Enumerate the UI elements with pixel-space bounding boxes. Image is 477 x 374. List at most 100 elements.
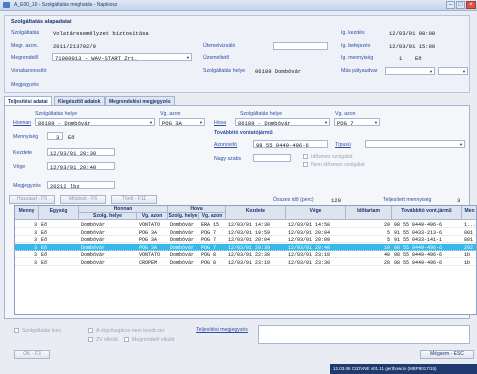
table-cell: 12/03/01 23:10 (228, 259, 271, 266)
table-cell: POG 3A (139, 244, 158, 251)
close-button[interactable]: × (466, 1, 476, 9)
column-header[interactable]: Vg. azon (199, 213, 226, 220)
table-cell: 98 55 0449-496-6 (394, 244, 443, 251)
service-value: Volatáresemélyzet biztosítása (53, 30, 149, 37)
table-row[interactable]: 3 Eő Dombóvár POG 3A Dombóvár POG 7 12/03/01 2… (15, 236, 476, 243)
chevron-down-icon: ▼ (429, 69, 433, 74)
table-cell: Dombóvár (81, 229, 106, 236)
customer-value: 71000013 - WAV-START Zrt. (55, 55, 138, 62)
table-cell: POG 7 (201, 229, 217, 236)
table-cell: POG 8 (201, 259, 217, 266)
other-station-select[interactable]: ▼ (385, 67, 435, 75)
table-cell: POG 7 (201, 237, 217, 243)
chevron-down-icon: ▼ (324, 120, 328, 125)
comment-field[interactable]: 20212 lbz (47, 181, 115, 190)
column-header[interactable]: Men (462, 206, 476, 220)
order-no-value: 2011/213702/0 (53, 43, 96, 50)
to-place-select[interactable]: 06189 - Dombóvár ▼ (235, 118, 330, 127)
other-service-checkbox[interactable] (303, 162, 308, 167)
start-label: Ig. kezdés (341, 30, 365, 36)
checkbox-c-label: Megrendelő elküld (132, 337, 175, 343)
add-button[interactable]: Hozzáad - F5 (9, 195, 55, 204)
finished-checkbox[interactable] (14, 328, 19, 333)
table-row[interactable]: 3 Eő Dombóvár VONTATO Dombóvár ERÁ 15 12/03/01… (15, 221, 476, 228)
customer-select[interactable]: 71000013 - WAV-START Zrt. ▼ (52, 53, 192, 62)
table-row[interactable]: 3 Eő Dombóvár POG 3A Dombóvár POG 7 12/03/01 1… (15, 229, 476, 236)
qty-field[interactable]: 3 (47, 132, 63, 141)
other-station-select-2[interactable]: ▼ (438, 67, 468, 75)
delete-button[interactable]: Töröl - F11 (111, 195, 157, 204)
dispatch-label: Vonalazonosító (11, 68, 47, 74)
table-cell: Dombóvár (170, 252, 195, 258)
modify-button[interactable]: Módosít - F6 (60, 195, 106, 204)
from-place-value: 06189 - Dombóvár (38, 120, 91, 127)
table-cell: VONTATO (139, 222, 161, 228)
own-service-checkbox[interactable] (303, 154, 308, 159)
column-header[interactable]: Továbbító vont.jármű (392, 206, 462, 220)
start-time-field[interactable]: 12/03/01 20:30 (47, 148, 115, 157)
ok-button[interactable]: OK - F3 (14, 350, 50, 359)
group-header-to: Hova (168, 206, 226, 213)
tow-type-select[interactable]: ▼ (365, 140, 465, 148)
table-cell: 12/03/01 14:30 (228, 222, 271, 228)
column-header[interactable]: Menny (15, 206, 39, 220)
end-time-field[interactable]: 12/03/01 20:40 (47, 162, 115, 171)
from-track-select[interactable]: POG 3A ▼ (159, 118, 205, 127)
to-track-select[interactable]: POG 7 ▼ (334, 118, 380, 127)
table-cell: 98 55 0449-496-6 (394, 259, 443, 266)
column-header[interactable]: Szolg. helye (168, 213, 199, 220)
column-header[interactable]: Vg. azon (137, 213, 168, 220)
table-row[interactable]: 3 Eő Dombóvár POG 3A Dombóvár POG 7 12/03/01 2… (15, 243, 476, 251)
column-header[interactable]: Egység (39, 206, 79, 220)
checkbox-b[interactable] (88, 337, 93, 342)
total-time-value: 120 (331, 197, 341, 204)
column-header[interactable]: Vége (286, 206, 346, 220)
tow-id-field[interactable]: 98 55 0449-496-6 (253, 140, 328, 149)
table-cell: Eő (41, 237, 48, 243)
to-label: Hova (214, 120, 227, 126)
table-cell: Eő (41, 252, 48, 258)
amount-unit: Eő (415, 55, 422, 62)
table-row[interactable]: 3 Eő Dombóvár CROPEM Dombóvár POG 8 12/03/01 2… (15, 259, 476, 266)
from-label: Honnan (13, 120, 32, 126)
cancel-button[interactable]: Mégsem - ESC (420, 350, 474, 359)
maximize-button[interactable]: □ (456, 1, 465, 9)
end-time-value: 12/03/01 20:40 (50, 164, 97, 171)
from-place-select[interactable]: 06189 - Dombóvár ▼ (35, 118, 155, 127)
location-value: 06189 Dombóvár (255, 68, 302, 75)
checkbox-a-label: A rögzítsajáros nem kezdt.ver (96, 328, 165, 334)
table-cell: Eő (41, 244, 48, 251)
contract-field[interactable] (273, 42, 328, 50)
table-row[interactable]: 3 Eő Dombóvár VONTATO Dombóvár POG 8 12/03/01 … (15, 251, 476, 258)
from-track-value: POG 3A (162, 120, 182, 127)
status-bar: 12.03.06 CIZ/VNE v01.11 gerthowon (MBP90… (330, 364, 477, 374)
table-cell: 5 (386, 237, 390, 243)
other-station-label: Más pályaudvar (341, 68, 378, 74)
section-title: Szolgáltatás alapadatai (11, 19, 72, 25)
checkbox-a[interactable] (88, 328, 93, 333)
total-time-label: Összes idő (perc) (273, 197, 314, 203)
table-cell: 10 (383, 244, 390, 251)
column-header[interactable]: Időtartam (346, 206, 392, 220)
end-value: 12/03/01 15:00 (389, 43, 436, 50)
performance-table[interactable]: Honnan Hova Menny Egység Szolg. helye Vg… (14, 205, 477, 315)
own-service-label: Idősmes szolgálat (311, 154, 353, 160)
table-cell: Dombóvár (170, 229, 195, 236)
column-header[interactable]: Szolg. helye (79, 213, 137, 220)
group-header-from: Honnan (79, 206, 168, 213)
qty-value: 3 (56, 134, 60, 141)
table-cell: 20 (383, 222, 390, 228)
start-value: 12/03/01 08:00 (389, 30, 436, 37)
to-place-caption: Szolgáltatás helye (240, 111, 283, 117)
table-cell: CROPEM (139, 259, 158, 266)
perf-note-field[interactable] (258, 325, 470, 344)
checkbox-c[interactable] (124, 337, 129, 342)
minimize-button[interactable]: – (446, 1, 455, 9)
note-sz-field[interactable] (253, 154, 291, 162)
amount-label: Ig. mennyiség (341, 55, 374, 61)
table-cell: 801 (464, 237, 474, 243)
table-cell: 98 55 0449-496-6 (394, 252, 443, 258)
column-header[interactable]: Kezdete (226, 206, 286, 220)
table-cell: Dombóvár (170, 237, 195, 243)
table-cell: 12/03/01 19:59 (228, 229, 271, 236)
